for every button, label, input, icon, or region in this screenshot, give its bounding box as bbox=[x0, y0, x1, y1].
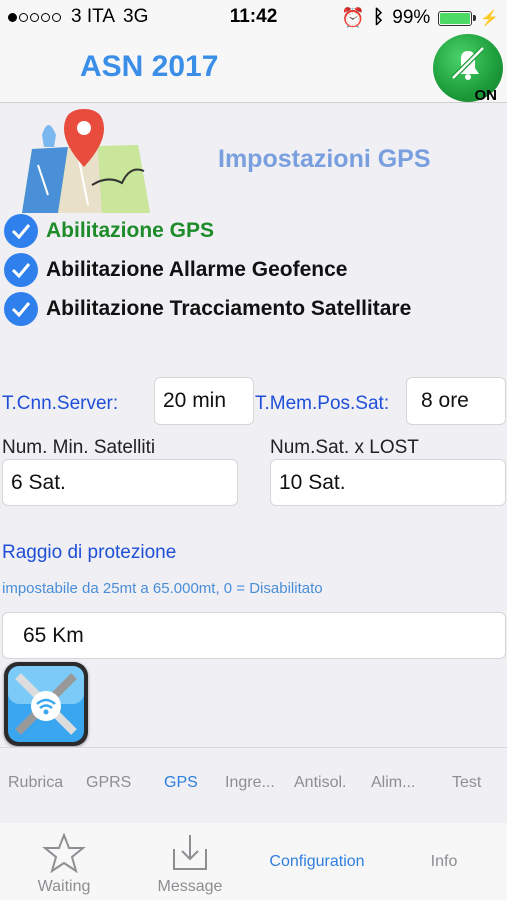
wifi-config-tool-button[interactable] bbox=[4, 662, 88, 746]
protection-radius-label: Raggio di protezione bbox=[2, 542, 177, 563]
min-satellites-label: Num. Min. Satelliti bbox=[2, 437, 156, 458]
server-interval-label: T.Cnn.Server: bbox=[2, 393, 119, 414]
tab-info[interactable]: Info bbox=[414, 853, 474, 871]
enable-geofence-label: Abilitazione Allarme Geofence bbox=[46, 258, 348, 281]
status-bar: 3 ITA 3G 11:42 ⏰ ᛒ 99% ⚡ bbox=[0, 0, 507, 32]
tab-info-label: Info bbox=[430, 853, 458, 870]
enable-satellite-tracking-checkbox[interactable]: Abilitazione Tracciamento Satellitare bbox=[4, 292, 411, 326]
battery-percent: 99% bbox=[392, 7, 431, 28]
star-icon bbox=[42, 832, 86, 874]
position-memory-field[interactable]: 8 ore bbox=[406, 377, 506, 425]
battery-icon bbox=[438, 10, 477, 26]
protection-radius-field[interactable]: 65 Km bbox=[2, 612, 506, 659]
enable-gps-checkbox[interactable]: Abilitazione GPS bbox=[4, 214, 214, 248]
toggle-state-label: ON bbox=[474, 87, 498, 104]
tab-configuration-label: Configuration bbox=[269, 853, 365, 870]
charging-icon: ⚡ bbox=[480, 10, 499, 27]
checkmark-icon bbox=[4, 292, 38, 326]
bell-muted-icon bbox=[451, 46, 485, 80]
wifi-tools-icon bbox=[8, 666, 84, 742]
tab-message-label: Message bbox=[157, 878, 223, 895]
server-interval-field[interactable]: 20 min bbox=[154, 377, 254, 425]
gps-map-icon bbox=[22, 109, 150, 213]
segment-gps[interactable]: GPS bbox=[164, 774, 198, 792]
segment-ingressi[interactable]: Ingre... bbox=[225, 774, 275, 792]
section-title: Impostazioni GPS bbox=[218, 145, 431, 173]
gps-settings-panel: Impostazioni GPS Abilitazione GPS Abilit… bbox=[0, 103, 507, 746]
status-right: ⏰ ᛒ 99% ⚡ bbox=[341, 6, 499, 30]
min-satellites-field[interactable]: 6 Sat. bbox=[2, 459, 238, 506]
enable-satellite-tracking-label: Abilitazione Tracciamento Satellitare bbox=[46, 297, 412, 320]
position-memory-label: T.Mem.Pos.Sat: bbox=[255, 393, 390, 414]
bluetooth-icon: ᛒ bbox=[372, 7, 385, 28]
tab-configuration[interactable]: Configuration bbox=[260, 853, 374, 871]
lost-satellites-label: Num.Sat. x LOST bbox=[270, 437, 419, 458]
tab-bar: Waiting Message Configuration Info bbox=[0, 823, 507, 900]
segment-test[interactable]: Test bbox=[452, 774, 481, 792]
alarm-icon: ⏰ bbox=[341, 8, 365, 29]
tab-message[interactable]: Message bbox=[155, 833, 225, 896]
segment-rubrica[interactable]: Rubrica bbox=[8, 774, 63, 792]
segment-alimentazione[interactable]: Alim... bbox=[371, 774, 415, 792]
nav-bar: ASN 2017 ON bbox=[0, 32, 507, 104]
tab-waiting[interactable]: Waiting bbox=[34, 832, 94, 896]
lost-satellites-field[interactable]: 10 Sat. bbox=[270, 459, 506, 506]
segment-antisol[interactable]: Antisol. bbox=[294, 774, 346, 792]
alarm-toggle-button[interactable]: ON bbox=[433, 34, 503, 104]
checkmark-icon bbox=[4, 214, 38, 248]
segment-gprs[interactable]: GPRS bbox=[86, 774, 131, 792]
download-tray-icon bbox=[173, 835, 207, 870]
checkmark-icon bbox=[4, 253, 38, 287]
protection-radius-hint: impostabile da 25mt a 65.000mt, 0 = Disa… bbox=[2, 580, 323, 597]
enable-gps-label: Abilitazione GPS bbox=[46, 219, 215, 242]
tab-waiting-label: Waiting bbox=[37, 878, 91, 895]
app-title: ASN 2017 bbox=[80, 50, 219, 83]
settings-section-bar: Rubrica GPRS GPS Ingre... Antisol. Alim.… bbox=[0, 747, 507, 824]
enable-geofence-checkbox[interactable]: Abilitazione Allarme Geofence bbox=[4, 253, 347, 287]
